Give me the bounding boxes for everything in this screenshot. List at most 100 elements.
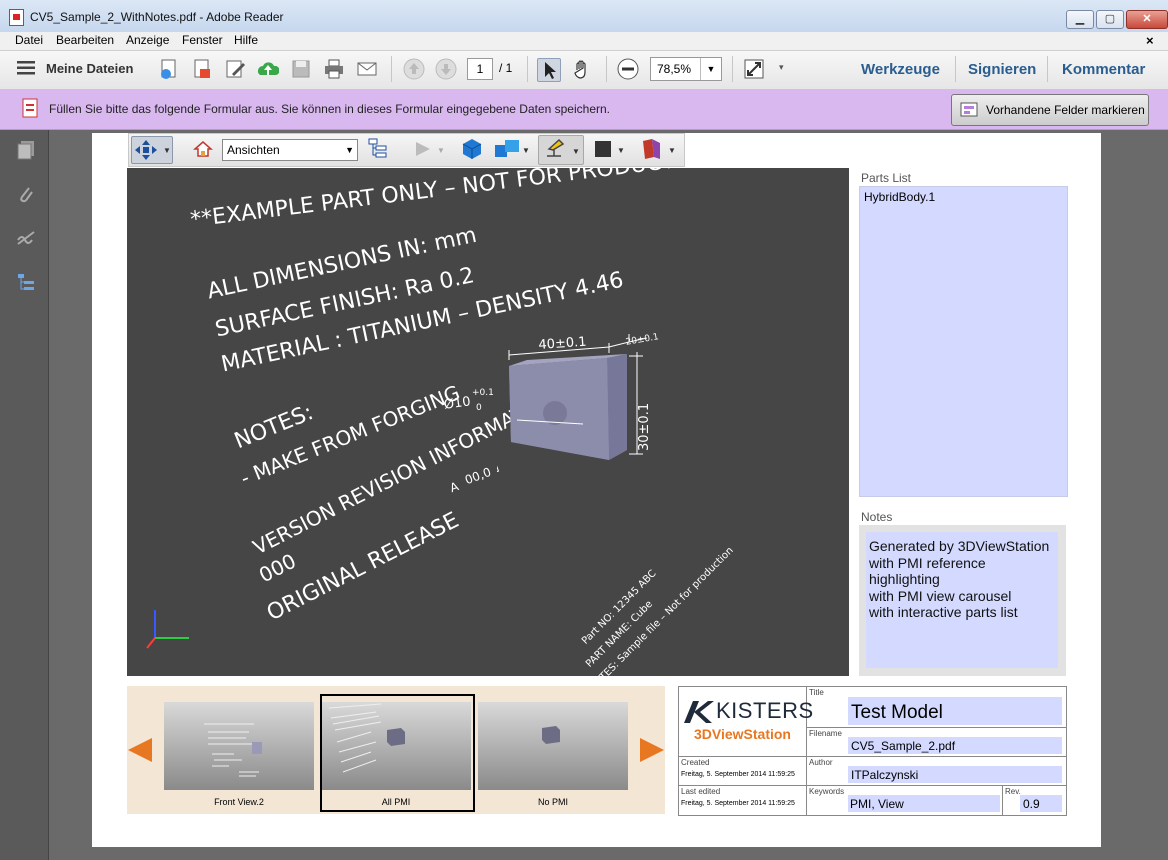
carousel-prev-arrow-icon[interactable] <box>128 738 152 762</box>
menu-hilfe[interactable]: Hilfe <box>234 33 258 47</box>
light-lamp-button[interactable]: ▼ <box>538 135 584 165</box>
print-icon[interactable] <box>323 58 345 80</box>
carousel-next-arrow-icon[interactable] <box>640 738 664 762</box>
keywords-label: Keywords <box>809 787 845 796</box>
next-page-icon[interactable] <box>435 58 457 80</box>
toolbar-overflow-icon[interactable]: ▾ <box>779 62 784 73</box>
menu-fenster[interactable]: Fenster <box>182 33 223 47</box>
svg-text:▼: ▼ <box>437 146 445 155</box>
toolbar-separator <box>391 56 392 82</box>
notes-line: with PMI reference <box>869 555 986 571</box>
title-block-divider <box>806 727 1066 728</box>
notes-label: Notes <box>861 510 893 524</box>
export-pdf-icon[interactable] <box>191 58 213 80</box>
attachments-icon[interactable] <box>16 184 36 204</box>
chevron-down-icon[interactable]: ▼ <box>700 58 721 80</box>
zoom-level-select[interactable]: 78,5% ▼ <box>650 57 722 81</box>
page-number-input[interactable]: 1 <box>467 58 493 80</box>
sign-button[interactable]: Signieren <box>968 61 1036 78</box>
created-label: Created <box>681 758 710 767</box>
lighting-mode-icon[interactable]: ▼ <box>493 137 533 161</box>
brand-subtitle: 3DViewStation <box>694 726 791 742</box>
filename-value: CV5_Sample_2.pdf <box>851 739 956 753</box>
select-tool-icon[interactable] <box>537 58 561 82</box>
highlight-fields-button[interactable]: Vorhandene Felder markieren <box>951 94 1149 126</box>
model-tree-toggle-icon[interactable] <box>367 137 389 159</box>
edit-pdf-icon[interactable] <box>224 58 246 80</box>
dim-hole-tol-up: +0.1 <box>472 388 494 398</box>
filename-label: Filename <box>809 729 842 738</box>
gdt-datum: A <box>448 479 461 496</box>
chevron-down-icon: ▼ <box>345 145 354 155</box>
svg-text:▼: ▼ <box>572 147 580 156</box>
svg-text:▼: ▼ <box>163 146 171 155</box>
model-tree-icon[interactable] <box>16 272 36 292</box>
close-window-button[interactable]: ✕ <box>1126 10 1168 29</box>
notes-line: with PMI view carousel <box>869 588 1012 604</box>
notes-line: with interactive parts list <box>869 604 1018 620</box>
svg-text:▼: ▼ <box>522 146 530 155</box>
maximize-button[interactable]: ▢ <box>1096 10 1124 29</box>
parts-list-item[interactable]: HybridBody.1 <box>864 190 935 204</box>
dim-hole: Ø10 <box>443 394 472 413</box>
parts-list-label: Parts List <box>861 171 912 185</box>
create-pdf-icon[interactable] <box>158 58 180 80</box>
background-color-icon[interactable]: ▼ <box>594 140 630 158</box>
3d-viewport[interactable]: **EXAMPLE PART ONLY – NOT FOR PRODUCTION… <box>127 168 849 676</box>
notes-line: Generated by 3DViewStation <box>869 538 1050 554</box>
render-mode-icon[interactable] <box>460 137 484 161</box>
pmi-note-example: **EXAMPLE PART ONLY – NOT FOR PRODUCTION… <box>189 168 739 233</box>
view-thumbnail-label: Front View.2 <box>214 797 264 807</box>
home-view-icon[interactable] <box>193 139 213 159</box>
upload-cloud-icon[interactable] <box>257 58 280 80</box>
title-block-divider <box>678 756 1066 757</box>
revision-label: Rev. <box>1005 787 1021 796</box>
last-edited-label: Last edited <box>681 787 721 796</box>
tools-button[interactable]: Werkzeuge <box>861 61 940 78</box>
form-message: Füllen Sie bitte das folgende Formular a… <box>49 102 610 116</box>
view-thumbnail-no-pmi[interactable] <box>478 702 628 790</box>
view-thumbnail-label: All PMI <box>381 797 411 807</box>
dim-hole-tol-low: 0 <box>476 403 482 413</box>
author-label: Author <box>809 758 833 767</box>
play-animation-icon[interactable]: ▼ <box>413 139 447 159</box>
window-title: CV5_Sample_2_WithNotes.pdf - Adobe Reade… <box>30 10 284 24</box>
view-thumbnail-label: No PMI <box>537 797 568 807</box>
title-block-divider <box>678 785 1066 786</box>
parts-list[interactable] <box>859 186 1068 497</box>
signatures-icon[interactable] <box>16 228 36 248</box>
created-value: Freitag, 5. September 2014 11:59:25 <box>681 771 795 778</box>
title-label: Title <box>809 688 824 697</box>
title-block-divider <box>1002 785 1003 815</box>
last-edited-value: Freitag, 5. September 2014 11:59:25 <box>681 800 795 807</box>
my-files-button[interactable]: Meine Dateien <box>46 61 133 76</box>
toolbar-separator <box>527 56 528 82</box>
views-dropdown[interactable]: Ansichten ▼ <box>222 139 358 161</box>
highlight-fields-label: Vorhandene Felder markieren <box>986 103 1145 117</box>
page-thumbnails-icon[interactable] <box>16 140 36 160</box>
selected-thumbnail-frame <box>320 694 475 812</box>
cross-section-icon[interactable]: ▼ <box>640 137 680 161</box>
save-icon[interactable] <box>290 58 312 80</box>
comment-button[interactable]: Kommentar <box>1062 61 1145 78</box>
zoom-out-icon[interactable] <box>617 58 639 80</box>
rotate-tool-icon: ▼ <box>135 140 171 160</box>
kisters-logo-icon <box>684 701 714 723</box>
email-icon[interactable] <box>356 58 378 80</box>
views-dropdown-value: Ansichten <box>227 143 280 157</box>
rotate-tool-button[interactable]: ▼ <box>131 136 173 164</box>
toolbar-separator <box>732 56 733 82</box>
view-thumbnail-front[interactable] <box>164 702 314 790</box>
minimize-button[interactable]: ▁ <box>1066 10 1094 29</box>
hamburger-menu-icon[interactable] <box>17 61 35 75</box>
hand-tool-icon[interactable] <box>571 58 593 80</box>
title-value: Test Model <box>851 702 943 723</box>
menu-anzeige[interactable]: Anzeige <box>126 33 169 47</box>
dimension-lines <box>497 334 648 484</box>
toolbar-separator <box>955 56 956 82</box>
close-document-button[interactable]: × <box>1146 33 1154 48</box>
fit-page-icon[interactable] <box>743 58 765 80</box>
menu-bearbeiten[interactable]: Bearbeiten <box>56 33 114 47</box>
menu-datei[interactable]: Datei <box>15 33 43 47</box>
previous-page-icon[interactable] <box>403 58 425 80</box>
